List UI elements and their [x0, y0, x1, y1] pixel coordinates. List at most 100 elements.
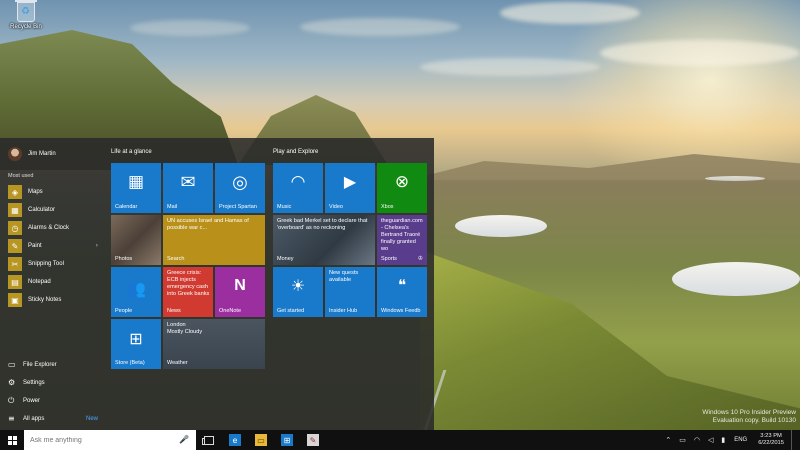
- paint-button[interactable]: ✎: [300, 430, 326, 450]
- language-indicator[interactable]: ENG: [734, 437, 747, 443]
- user-account[interactable]: Jim Martin: [8, 147, 56, 161]
- weather-city: London: [167, 322, 186, 328]
- tile-store[interactable]: ⊞ Store (Beta): [111, 319, 161, 369]
- video-icon: ▶: [343, 172, 357, 191]
- most-used-list: ◈ Maps ▦ Calculator ◷ Alarms & Clock ✎ Paint…: [8, 183, 104, 309]
- tile-label: Weather: [167, 360, 188, 366]
- tile-onenote[interactable]: N OneNote: [215, 267, 265, 317]
- app-calculator[interactable]: ▦ Calculator: [8, 201, 104, 219]
- tile-people[interactable]: 👥 People: [111, 267, 161, 317]
- tile-label: OneNote: [219, 308, 242, 314]
- start-left-column: Jim Martin Most used ◈ Maps ▦ Calculator ◷…: [0, 138, 104, 430]
- settings-item[interactable]: ⚙ Settings: [8, 374, 104, 392]
- tile-label: Project Spartan: [219, 204, 257, 210]
- chevron-up-icon[interactable]: ⌃: [665, 436, 671, 444]
- tile-sports[interactable]: theguardian.com - Chelsea's Bertrand Tra…: [377, 215, 427, 265]
- calculator-icon: ▦: [8, 203, 22, 217]
- edge-button[interactable]: e: [222, 430, 248, 450]
- tile-get-started[interactable]: ☀ Get started: [273, 267, 323, 317]
- tile-project-spartan[interactable]: ◎ Project Spartan: [215, 163, 265, 213]
- money-headline: Greek bad Merkel set to declare that 'ov…: [277, 218, 368, 231]
- app-alarms-clock[interactable]: ◷ Alarms & Clock: [8, 219, 104, 237]
- battery-icon[interactable]: ▮: [721, 436, 725, 444]
- show-desktop-button[interactable]: [791, 430, 796, 450]
- weather-condition: Mostly Cloudy: [167, 329, 203, 335]
- volume-icon[interactable]: ◁: [708, 436, 713, 444]
- tile-label: Insider Hub: [329, 308, 358, 314]
- insider-hub-message: New quests available: [329, 270, 359, 283]
- cloud: [300, 18, 460, 36]
- power-item[interactable]: ⏻ Power: [8, 392, 104, 410]
- app-snipping-tool[interactable]: ✂ Snipping Tool: [8, 255, 104, 273]
- file-explorer-button[interactable]: ▭: [248, 430, 274, 450]
- news-headline: Greece crisis: ECB injects emergency cas…: [167, 270, 210, 297]
- app-label: Calculator: [28, 207, 56, 213]
- map-icon: ◈: [8, 185, 22, 199]
- tile-calendar[interactable]: ▦ Calendar: [111, 163, 161, 213]
- tile-money[interactable]: Greek bad Merkel set to declare that 'ov…: [273, 215, 375, 265]
- user-name: Jim Martin: [28, 151, 56, 157]
- tile-label: Photos: [115, 256, 133, 262]
- group-title-play-and-explore[interactable]: Play and Explore: [273, 149, 318, 155]
- search-input[interactable]: [30, 436, 170, 444]
- clock[interactable]: 3:23 PM 6/22/2015: [758, 433, 784, 447]
- tile-windows-feedback[interactable]: ❝ Windows Feedb: [377, 267, 427, 317]
- recycle-bin[interactable]: ♻ Recycle Bin: [4, 0, 48, 30]
- tile-xbox[interactable]: ⊗ Xbox: [377, 163, 427, 213]
- tile-search[interactable]: UN accuses Israel and Hamas of possible …: [163, 215, 265, 265]
- tile-video[interactable]: ▶ Video: [325, 163, 375, 213]
- mail-icon: ✉: [180, 172, 196, 193]
- start-button[interactable]: [0, 430, 24, 450]
- app-label: Snipping Tool: [28, 261, 64, 267]
- start-menu: Jim Martin Most used ◈ Maps ▦ Calculator ◷…: [0, 138, 434, 430]
- sticky-note-icon: ▣: [8, 293, 22, 307]
- app-maps[interactable]: ◈ Maps: [8, 183, 104, 201]
- microphone-icon[interactable]: 🎤: [179, 435, 189, 444]
- build-watermark: Windows 10 Pro Insider Preview Evaluatio…: [702, 409, 796, 425]
- cloud: [130, 20, 250, 36]
- windows-logo-icon: [7, 435, 17, 445]
- app-label: Maps: [28, 189, 43, 195]
- cloud: [420, 58, 600, 76]
- tile-insider-hub[interactable]: New quests available Insider Hub: [325, 267, 375, 317]
- bottom-item-label: Settings: [23, 380, 45, 386]
- network-icon[interactable]: ▭: [679, 436, 686, 444]
- store-button[interactable]: ⊞: [274, 430, 300, 450]
- avatar: [8, 147, 22, 161]
- loch: [705, 176, 765, 181]
- all-apps-item[interactable]: ≡ All apps New: [8, 410, 104, 428]
- bottom-item-label: File Explorer: [23, 362, 57, 368]
- file-explorer-item[interactable]: ▭ File Explorer: [8, 356, 104, 374]
- tile-photos[interactable]: Photos: [111, 215, 161, 265]
- file-explorer-icon: ▭: [255, 434, 267, 446]
- recycle-bin-icon: ♻: [15, 0, 37, 22]
- bottom-item-label: Power: [23, 398, 41, 404]
- tile-label: Get started: [277, 308, 305, 314]
- tile-label: People: [115, 308, 133, 314]
- new-badge: New: [85, 416, 98, 422]
- calendar-icon: ▦: [127, 172, 145, 192]
- app-label: Paint: [28, 243, 42, 249]
- app-sticky-notes[interactable]: ▣ Sticky Notes: [8, 291, 104, 309]
- cortana-search-box[interactable]: 🎤: [24, 430, 196, 450]
- start-bottom-list: ▭ File Explorer ⚙ Settings ⏻ Power ≡ All app…: [8, 356, 104, 428]
- tile-mail[interactable]: ✉ Mail: [163, 163, 213, 213]
- most-used-heading: Most used: [8, 173, 34, 179]
- sports-headline: theguardian.com - Chelsea's Bertrand Tra…: [381, 218, 423, 252]
- tile-music[interactable]: ◠ Music: [273, 163, 323, 213]
- tile-weather[interactable]: London Mostly Cloudy Weather: [163, 319, 265, 369]
- alarm-clock-icon: ◷: [8, 221, 22, 235]
- recycle-bin-label: Recycle Bin: [10, 24, 42, 30]
- app-notepad[interactable]: ▤ Notepad: [8, 273, 104, 291]
- task-view-button[interactable]: [196, 430, 222, 450]
- tile-news[interactable]: Greece crisis: ECB injects emergency cas…: [163, 267, 213, 317]
- search-headline: UN accuses Israel and Hamas of possible …: [167, 218, 249, 231]
- scissors-icon: ✂: [8, 257, 22, 271]
- wifi-icon[interactable]: ◠: [694, 436, 700, 444]
- app-paint[interactable]: ✎ Paint ›: [8, 237, 104, 255]
- tile-label: Xbox: [381, 204, 394, 210]
- chevron-right-icon[interactable]: ›: [96, 242, 98, 249]
- group-title-life-at-a-glance[interactable]: Life at a glance: [111, 149, 152, 155]
- trophy-icon: ♔: [417, 255, 423, 262]
- tile-label: Money: [277, 256, 294, 262]
